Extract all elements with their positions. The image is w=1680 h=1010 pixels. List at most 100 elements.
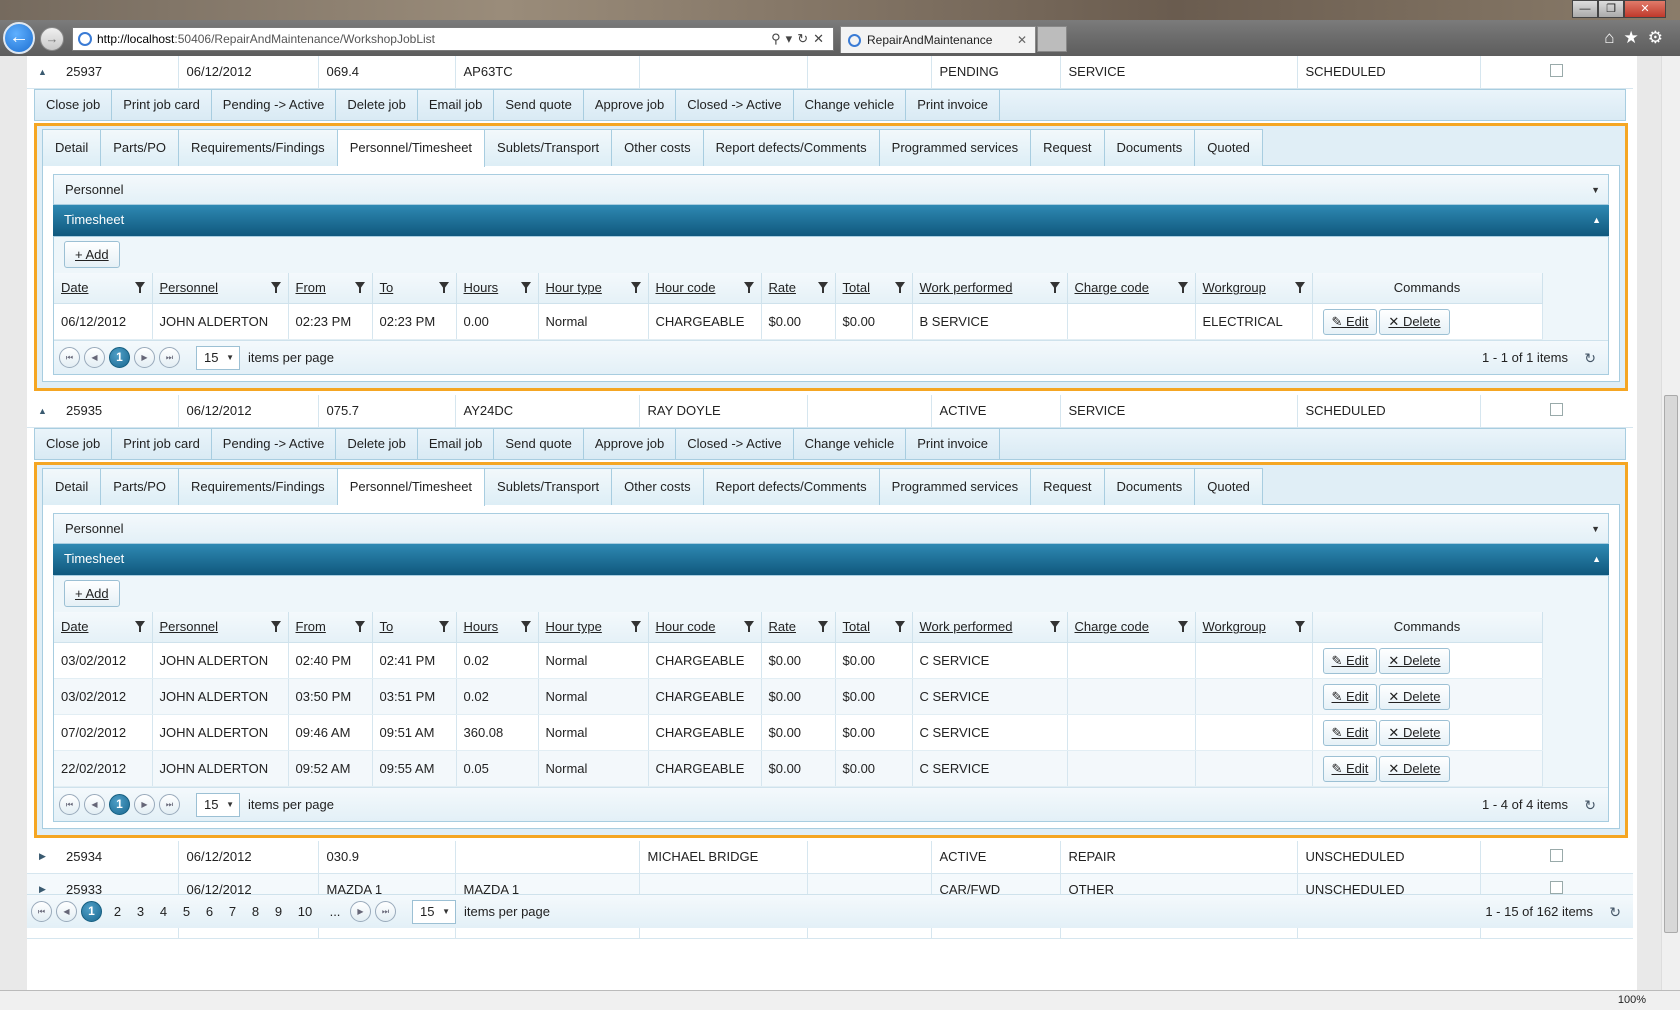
filter-icon[interactable] xyxy=(817,281,828,293)
tab-quoted[interactable]: Quoted xyxy=(1195,128,1263,166)
prev-page-icon[interactable]: ◀ xyxy=(84,347,105,368)
col-hour-type-label[interactable]: Hour type xyxy=(546,619,602,634)
job-select[interactable] xyxy=(1480,841,1633,873)
col-workgroup-label[interactable]: Workgroup xyxy=(1203,619,1266,634)
col-work-performed-label[interactable]: Work performed xyxy=(920,280,1013,295)
expand-icon[interactable]: ▼ xyxy=(1591,514,1600,544)
col-hour-type[interactable]: Hour type xyxy=(538,272,649,304)
filter-icon[interactable] xyxy=(894,620,905,632)
tab-parts-po[interactable]: Parts/PO xyxy=(101,467,179,505)
col-charge-code[interactable]: Charge code xyxy=(1067,611,1196,643)
filter-icon[interactable] xyxy=(520,620,531,632)
edit-button[interactable]: ✎ Edit xyxy=(1322,308,1378,335)
page-size-select[interactable]: 15 xyxy=(412,899,456,924)
col-hour-type[interactable]: Hour type xyxy=(538,611,649,643)
add-timesheet-button[interactable]: + Add xyxy=(64,240,120,268)
col-total[interactable]: Total xyxy=(835,272,913,304)
first-page-icon[interactable]: ⏮ xyxy=(31,901,52,922)
col-work-performed[interactable]: Work performed xyxy=(912,611,1068,643)
col-date[interactable]: Date xyxy=(54,272,153,304)
delete-button[interactable]: ✕ Delete xyxy=(1379,683,1450,710)
tab-detail[interactable]: Detail xyxy=(42,128,102,166)
col-hour-code[interactable]: Hour code xyxy=(648,272,762,304)
address-bar[interactable]: http://localhost:50406/RepairAndMaintena… xyxy=(72,27,834,51)
home-icon[interactable]: ⌂ xyxy=(1604,28,1623,47)
filter-icon[interactable] xyxy=(630,620,641,632)
job-checkbox[interactable] xyxy=(1550,63,1564,77)
col-work-performed-label[interactable]: Work performed xyxy=(920,619,1013,634)
filter-icon[interactable] xyxy=(817,620,828,632)
print-job-card-button[interactable]: Print job card xyxy=(112,89,212,120)
col-personnel[interactable]: Personnel xyxy=(152,272,289,304)
collapse-icon[interactable]: ▲ xyxy=(27,56,58,88)
filter-icon[interactable] xyxy=(438,620,449,632)
collapse-panel-icon[interactable]: ▲ xyxy=(1592,205,1601,235)
filter-icon[interactable] xyxy=(630,281,641,293)
col-workgroup[interactable]: Workgroup xyxy=(1195,611,1313,643)
filter-icon[interactable] xyxy=(270,620,281,632)
refresh-icon[interactable]: ↻ xyxy=(1584,341,1596,375)
tab-request[interactable]: Request xyxy=(1031,128,1105,166)
first-page-icon[interactable]: ⏮ xyxy=(59,347,80,368)
col-personnel[interactable]: Personnel xyxy=(152,611,289,643)
tab-sublets-transport[interactable]: Sublets/Transport xyxy=(485,128,613,166)
col-work-performed[interactable]: Work performed xyxy=(912,272,1068,304)
filter-icon[interactable] xyxy=(1177,281,1188,293)
next-page-icon[interactable]: ▶ xyxy=(350,901,371,922)
collapse-panel-icon[interactable]: ▲ xyxy=(1592,544,1601,574)
col-personnel-label[interactable]: Personnel xyxy=(160,619,219,634)
forward-button[interactable]: → xyxy=(40,27,64,51)
prev-page-icon[interactable]: ◀ xyxy=(84,794,105,815)
tab-detail[interactable]: Detail xyxy=(42,467,102,505)
page-link[interactable]: 7 xyxy=(221,895,244,929)
filter-icon[interactable] xyxy=(354,281,365,293)
delete-button[interactable]: ✕ Delete xyxy=(1379,647,1450,674)
job-row[interactable]: ▶ 25934 06/12/2012 030.9 MICHAEL BRIDGE … xyxy=(27,841,1633,874)
filter-icon[interactable] xyxy=(270,281,281,293)
page-link[interactable]: 6 xyxy=(198,895,221,929)
tab-parts-po[interactable]: Parts/PO xyxy=(101,128,179,166)
close-job-button[interactable]: Close job xyxy=(35,89,113,120)
email-job-button[interactable]: Email job xyxy=(418,428,495,459)
col-to-label[interactable]: To xyxy=(380,619,394,634)
job-checkbox[interactable] xyxy=(1550,881,1564,895)
col-hours-label[interactable]: Hours xyxy=(464,280,499,295)
job-checkbox[interactable] xyxy=(1550,848,1564,862)
tab-documents[interactable]: Documents xyxy=(1104,467,1196,505)
page-size-select[interactable]: 15 xyxy=(196,345,240,370)
settings-gear-icon[interactable]: ⚙ xyxy=(1648,28,1672,47)
filter-icon[interactable] xyxy=(743,281,754,293)
col-hour-code-label[interactable]: Hour code xyxy=(656,280,716,295)
filter-icon[interactable] xyxy=(743,620,754,632)
tab-personnel-timesheet[interactable]: Personnel/Timesheet xyxy=(337,467,486,506)
page-link[interactable]: 9 xyxy=(267,895,290,929)
personnel-panel-header[interactable]: Personnel ▼ xyxy=(53,512,1609,544)
col-hours-label[interactable]: Hours xyxy=(464,619,499,634)
page-link[interactable]: 2 xyxy=(106,895,129,929)
col-to-label[interactable]: To xyxy=(380,280,394,295)
close-window-icon[interactable]: ✕ xyxy=(1624,0,1666,18)
job-row[interactable]: ▲ 25937 06/12/2012 069.4 AP63TC PENDING … xyxy=(27,56,1633,89)
delete-button[interactable]: ✕ Delete xyxy=(1379,719,1450,746)
page-link[interactable]: 8 xyxy=(244,895,267,929)
tab-report-defects-comments[interactable]: Report defects/Comments xyxy=(703,467,880,505)
prev-page-icon[interactable]: ◀ xyxy=(56,901,77,922)
expand-icon[interactable]: ▼ xyxy=(1591,175,1600,205)
tab-requirements-findings[interactable]: Requirements/Findings xyxy=(179,128,338,166)
job-select[interactable] xyxy=(1480,395,1633,427)
next-page-icon[interactable]: ▶ xyxy=(134,347,155,368)
col-date-label[interactable]: Date xyxy=(61,280,88,295)
filter-icon[interactable] xyxy=(134,620,145,632)
col-total[interactable]: Total xyxy=(835,611,913,643)
favorites-star-icon[interactable]: ★ xyxy=(1624,28,1648,47)
col-rate-label[interactable]: Rate xyxy=(769,280,796,295)
col-to[interactable]: To xyxy=(372,611,457,643)
personnel-panel-header[interactable]: Personnel ▼ xyxy=(53,173,1609,205)
closed-to-active-button[interactable]: Closed -> Active xyxy=(676,89,794,120)
tab-close-icon[interactable]: ✕ xyxy=(1017,27,1027,53)
page-link[interactable]: 5 xyxy=(175,895,198,929)
tab-documents[interactable]: Documents xyxy=(1104,128,1196,166)
refresh-icon[interactable]: ↻ xyxy=(1609,895,1621,929)
refresh-icon[interactable]: ↻ xyxy=(1584,788,1596,822)
pending-to-active-button[interactable]: Pending -> Active xyxy=(212,89,337,120)
